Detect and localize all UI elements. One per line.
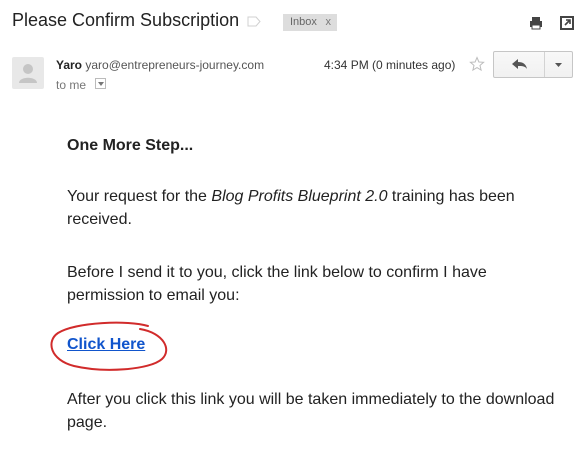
star-icon[interactable] (469, 56, 485, 72)
important-marker-icon[interactable] (247, 16, 261, 27)
click-here-link[interactable]: Click Here (67, 336, 145, 353)
reply-button[interactable] (494, 52, 544, 77)
person-silhouette-icon (19, 64, 37, 83)
email-subject: Please Confirm Subscription (12, 10, 240, 30)
more-actions-button[interactable] (545, 52, 572, 77)
sender-email: yaro@entrepreneurs-journey.com (85, 58, 265, 72)
inbox-label-text: Inbox (290, 16, 317, 28)
new-window-icon[interactable] (560, 16, 574, 30)
inbox-label-chip: Inbox x (283, 14, 337, 31)
sender-avatar (12, 57, 44, 89)
message-timestamp: 4:34 PM (0 minutes ago) (324, 58, 456, 72)
chevron-down-icon (98, 82, 104, 86)
print-icon[interactable] (529, 16, 543, 30)
course-title: Blog Profits Blueprint 2.0 (211, 188, 388, 205)
para1-text-before: Your request for the (67, 188, 212, 205)
chevron-down-icon (555, 63, 562, 67)
sender-line: Yaro yaro@entrepreneurs-journey.com (56, 58, 264, 72)
body-paragraph-instructions: Before I send it to you, click the link … (67, 264, 487, 304)
reply-arrow-icon (512, 59, 527, 69)
recipient-line: to me (56, 78, 87, 92)
sender-name[interactable]: Yaro (56, 58, 82, 72)
body-paragraph-request: Your request for the Blog Profits Bluepr… (67, 185, 567, 231)
details-dropdown-button[interactable] (95, 78, 106, 89)
confirm-link-wrapper: Click Here (67, 336, 145, 354)
reply-button-group (493, 51, 573, 78)
subject-bar: Please Confirm Subscription Inbox x (0, 0, 588, 44)
body-paragraph-followup: After you click this link you will be ta… (67, 391, 555, 431)
remove-label-button[interactable]: x (326, 14, 332, 31)
body-heading: One More Step... (67, 137, 194, 154)
